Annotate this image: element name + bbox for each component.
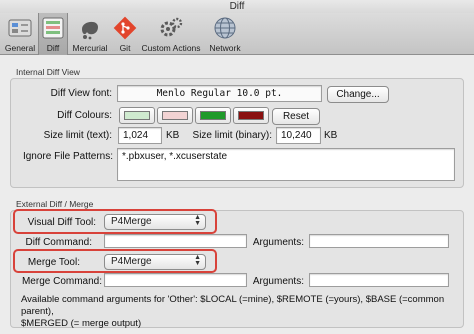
ignore-patterns-label: Ignore File Patterns: [22, 151, 113, 162]
removed-highlight-colour-well[interactable] [233, 107, 269, 124]
external-section-label: External Diff / Merge [16, 199, 94, 209]
size-limit-binary-label: Size limit (binary): [192, 130, 272, 141]
diff-icon [42, 17, 64, 39]
toolbar-label-custom-actions: Custom Actions [141, 43, 201, 53]
toolbar-item-mercurial[interactable]: Mercurial [69, 15, 111, 53]
diff-arguments-field[interactable] [309, 234, 449, 248]
git-icon [113, 16, 137, 40]
diff-command-field[interactable] [104, 234, 247, 248]
added-highlight-colour-swatch [200, 111, 226, 120]
size-limit-text-label: Size limit (text): [43, 130, 112, 141]
removed-highlight-colour-swatch [238, 111, 264, 120]
size-limit-text-field[interactable]: 1,024 [118, 127, 162, 144]
preferences-window: Diff General Diff Mercurial Git Custom A… [0, 0, 474, 334]
reset-colours-button[interactable]: Reset [272, 108, 320, 125]
toolbar-label-git: Git [119, 43, 131, 53]
window-title: Diff [0, 0, 474, 13]
merge-tool-highlight [13, 249, 217, 273]
ignore-patterns-textarea[interactable]: *.pbxuser, *.xcuserstate [117, 148, 455, 181]
preferences-toolbar: General Diff Mercurial Git Custom Action… [0, 13, 474, 55]
diff-command-label: Diff Command: [25, 237, 92, 248]
size-limit-text-unit: KB [166, 130, 180, 141]
toolbar-label-mercurial: Mercurial [72, 43, 108, 53]
toolbar-item-diff[interactable]: Diff [38, 13, 68, 55]
switch-icon [8, 19, 32, 37]
merge-command-field[interactable] [104, 273, 247, 287]
merge-arguments-label: Arguments: [252, 276, 304, 287]
toolbar-label-diff: Diff [46, 43, 60, 53]
size-limit-binary-unit: KB [324, 130, 338, 141]
gears-icon [160, 17, 183, 37]
visual-diff-tool-highlight [13, 209, 217, 234]
toolbar-item-network[interactable]: Network [205, 15, 245, 53]
mercurial-icon [82, 21, 98, 40]
removed-colour-swatch [162, 111, 188, 120]
removed-colour-well[interactable] [157, 107, 193, 124]
colours-label: Diff Colours: [57, 110, 112, 121]
change-font-button[interactable]: Change... [327, 86, 389, 103]
font-label: Diff View font: [50, 88, 112, 99]
globe-icon [214, 17, 236, 39]
font-field: Menlo Regular 10.0 pt. [117, 85, 322, 102]
arguments-help-line-2: $MERGED (= merge output) [21, 318, 142, 329]
toolbar-item-custom-actions[interactable]: Custom Actions [140, 15, 202, 53]
toolbar-label-network: Network [209, 43, 241, 53]
diff-arguments-label: Arguments: [252, 237, 304, 248]
internal-section-label: Internal Diff View [16, 67, 80, 77]
toolbar-item-general[interactable]: General [3, 15, 37, 53]
toolbar-label-general: General [4, 43, 36, 53]
arguments-help-line-1: Available command arguments for 'Other':… [21, 294, 445, 317]
arguments-help-note: Available command arguments for 'Other':… [21, 294, 461, 330]
added-colour-well[interactable] [119, 107, 155, 124]
added-colour-swatch [124, 111, 150, 120]
added-highlight-colour-well[interactable] [195, 107, 231, 124]
merge-command-label: Merge Command: [21, 276, 102, 287]
toolbar-item-git[interactable]: Git [112, 15, 138, 53]
merge-arguments-field[interactable] [309, 273, 449, 287]
size-limit-binary-field[interactable]: 10,240 [276, 127, 321, 144]
